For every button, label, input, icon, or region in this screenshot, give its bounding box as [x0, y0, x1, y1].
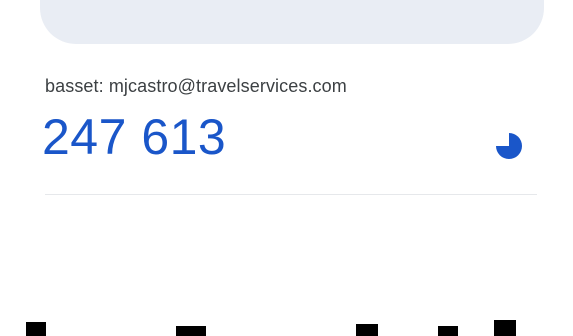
authenticator-screen: basset: mjcastro@travelservices.com 247 …	[0, 0, 573, 336]
cropped-heading-fragment	[26, 320, 566, 336]
otp-code[interactable]: 247 613	[42, 107, 226, 167]
glyph-fragment	[356, 324, 378, 336]
glyph-fragment	[438, 326, 458, 336]
glyph-fragment	[176, 326, 206, 336]
glyph-fragment	[494, 320, 516, 336]
search-bar-card[interactable]	[40, 0, 544, 44]
countdown-pie-icon	[496, 133, 522, 159]
timer-remaining	[496, 133, 522, 159]
divider	[45, 194, 537, 195]
account-label: basset: mjcastro@travelservices.com	[45, 76, 347, 96]
glyph-fragment	[26, 322, 46, 336]
